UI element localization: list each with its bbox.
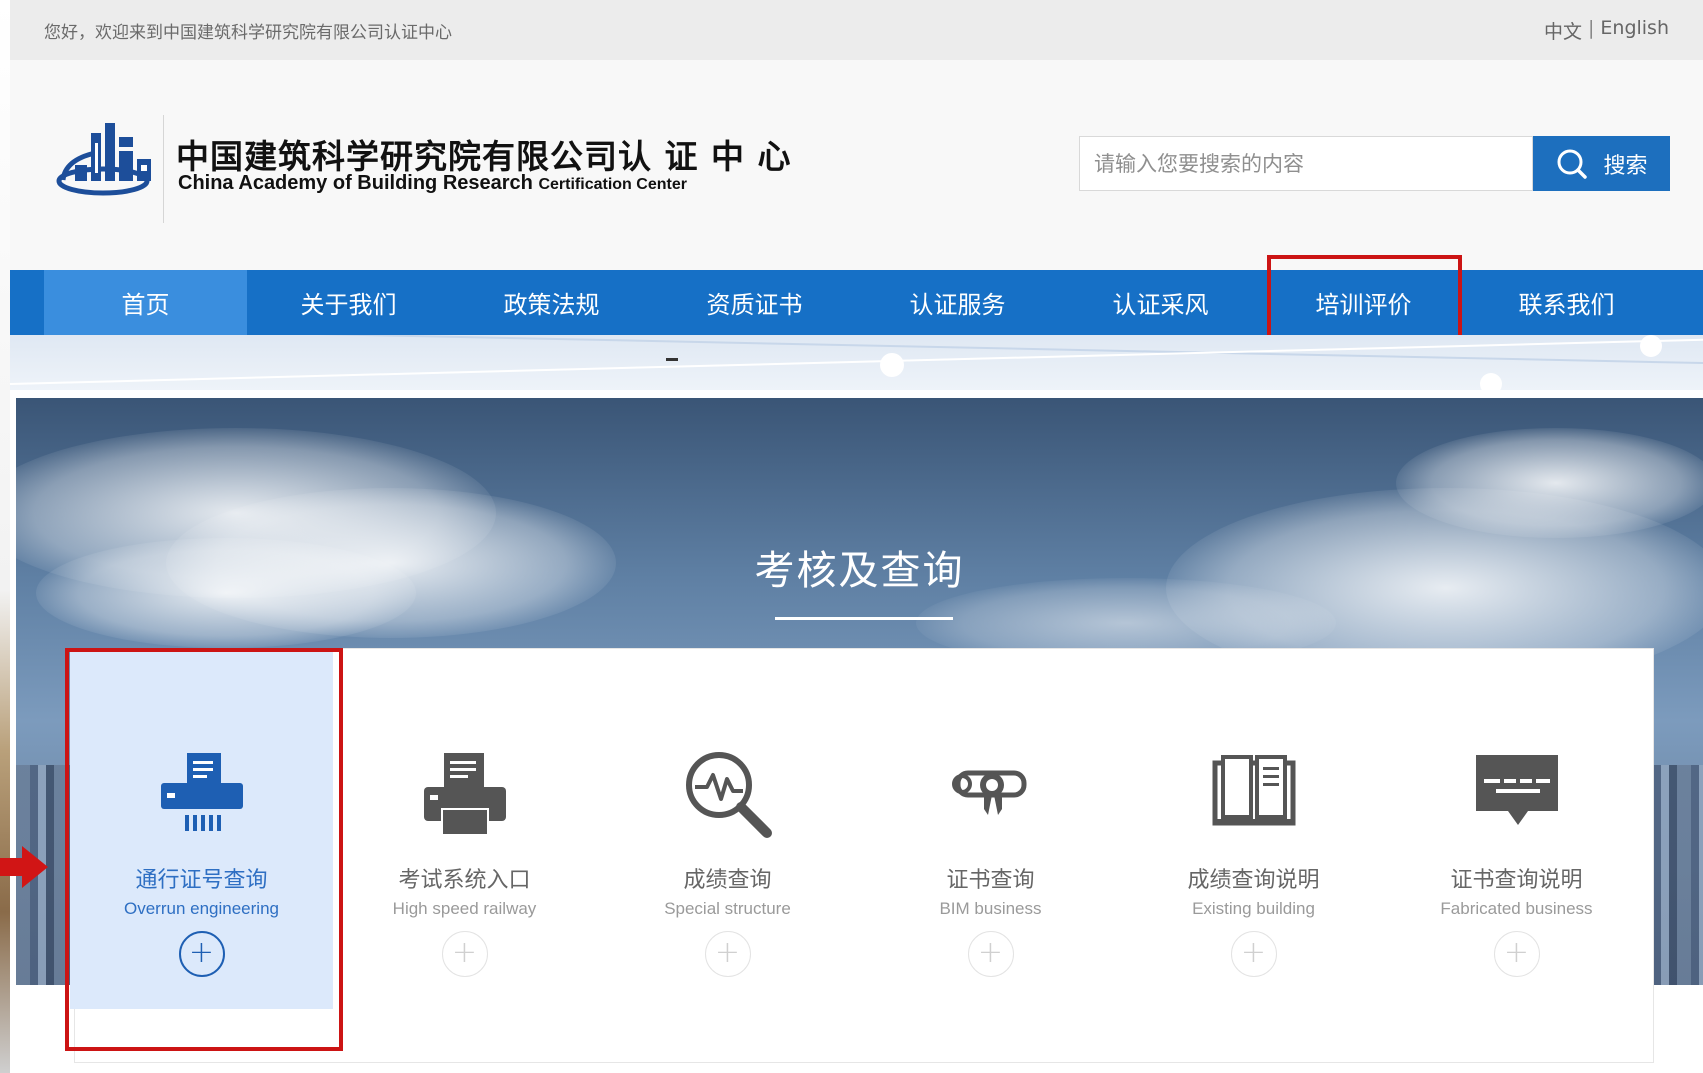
search-input[interactable]: [1079, 136, 1533, 191]
logo-chinese-name: 中国建筑科学研究院有限公司认 证 中 心: [176, 137, 792, 176]
logo-english-sub: Certification Center: [538, 176, 687, 193]
expand-plus-icon[interactable]: +: [704, 931, 751, 977]
expand-plus-icon[interactable]: +: [1230, 931, 1277, 977]
search-button[interactable]: 搜索: [1533, 136, 1670, 191]
nav-item-contact[interactable]: 联系我们: [1465, 270, 1668, 335]
expand-plus-icon[interactable]: +: [441, 931, 488, 977]
nav-item-gallery[interactable]: 认证采风: [1059, 270, 1262, 335]
expand-plus-icon[interactable]: +: [1493, 931, 1540, 977]
lang-chinese-link[interactable]: 中文: [1544, 17, 1582, 44]
book-icon: [1212, 755, 1295, 826]
diploma-ribbon-icon: [951, 770, 1026, 815]
card-title: 成绩查询: [683, 868, 772, 893]
query-cards-panel: 通行证号查询 Overrun engineering + 考试系统入口 High…: [70, 648, 1654, 1063]
cabr-logo-icon[interactable]: [55, 115, 165, 215]
search-icon: [1557, 149, 1588, 179]
logo-divider: [163, 115, 164, 223]
top-info-bar: 您好，欢迎来到中国建筑科学研究院有限公司认证中心 中文 | English: [10, 0, 1703, 60]
card-certificate-query[interactable]: 证书查询 BIM business +: [859, 649, 1122, 1009]
section-title-underline: [775, 617, 953, 620]
shredder-document-icon: [160, 753, 243, 831]
search-button-label: 搜索: [1603, 153, 1648, 179]
card-exam-system-entry[interactable]: 考试系统入口 High speed railway +: [333, 649, 596, 1009]
main-nav: 首页 关于我们 政策法规 资质证书 认证服务 认证采风 培训评价 联系我们: [10, 270, 1703, 335]
speech-bubble-icon: [1475, 755, 1558, 825]
nav-item-policy[interactable]: 政策法规: [450, 270, 653, 335]
site-header: 中国建筑科学研究院有限公司认 证 中 心 China Academy of Bu…: [10, 60, 1703, 270]
search-bar: 搜索: [1079, 136, 1680, 191]
card-title: 证书查询说明: [1450, 868, 1583, 893]
logo-english-name: China Academy of Building Research Certi…: [178, 172, 687, 195]
card-score-query[interactable]: 成绩查询 Special structure +: [596, 649, 859, 1009]
expand-plus-icon[interactable]: +: [967, 931, 1014, 977]
card-subtitle: BIM business: [939, 899, 1042, 918]
card-title: 成绩查询说明: [1187, 868, 1320, 893]
nav-item-training[interactable]: 培训评价: [1262, 270, 1465, 335]
logo-english-main: China Academy of Building Research: [178, 172, 533, 194]
language-switcher: 中文 | English: [1544, 17, 1669, 44]
card-certificate-query-guide[interactable]: 证书查询说明 Fabricated business +: [1385, 649, 1648, 1009]
card-subtitle: Existing building: [1192, 899, 1315, 918]
deco-dot: [1640, 335, 1662, 357]
card-title: 证书查询: [946, 868, 1035, 893]
card-pass-number-query[interactable]: 通行证号查询 Overrun engineering +: [70, 649, 333, 1009]
nav-item-about[interactable]: 关于我们: [247, 270, 450, 335]
expand-plus-icon[interactable]: +: [178, 931, 225, 977]
card-subtitle: Fabricated business: [1440, 899, 1593, 918]
nav-item-home[interactable]: 首页: [44, 270, 247, 335]
section-title: 考核及查询: [754, 548, 965, 594]
lang-separator: |: [1587, 16, 1595, 39]
card-subtitle: Overrun engineering: [124, 899, 279, 918]
card-subtitle: High speed railway: [392, 899, 537, 918]
card-subtitle: Special structure: [664, 899, 791, 918]
card-title: 考试系统入口: [398, 868, 531, 893]
deco-dot: [880, 353, 904, 377]
card-score-query-guide[interactable]: 成绩查询说明 Existing building +: [1122, 649, 1385, 1009]
printer-icon: [423, 753, 506, 836]
decorative-banner-strip: [10, 335, 1703, 390]
lang-english-link[interactable]: English: [1600, 17, 1669, 44]
card-title: 通行证号查询: [135, 868, 268, 893]
magnifier-pulse-icon: [685, 752, 772, 838]
deco-dash: [666, 358, 678, 361]
welcome-text: 您好，欢迎来到中国建筑科学研究院有限公司认证中心: [44, 22, 452, 43]
nav-item-services[interactable]: 认证服务: [856, 270, 1059, 335]
left-backdrop: [0, 0, 10, 1073]
red-arrow-icon: [0, 846, 48, 888]
nav-item-qualification[interactable]: 资质证书: [653, 270, 856, 335]
deco-dot: [1480, 373, 1502, 390]
